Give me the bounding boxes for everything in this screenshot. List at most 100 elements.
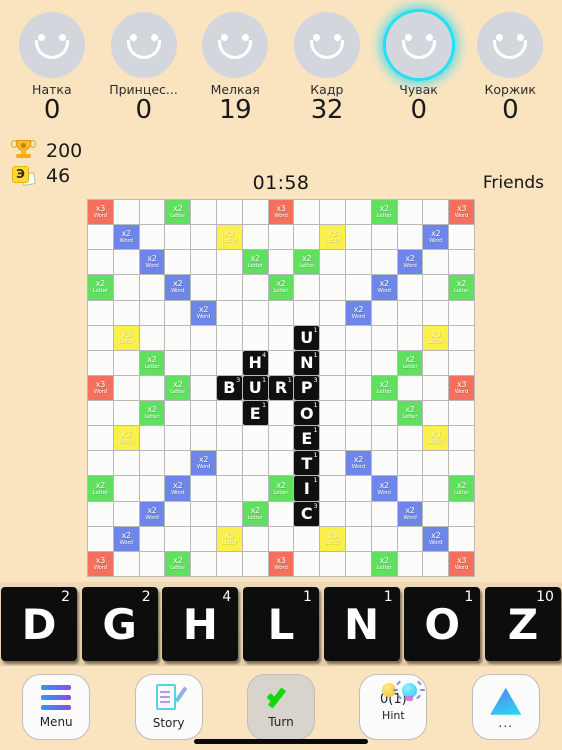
board-cell[interactable]: x3 Letter <box>423 325 449 350</box>
board-tile[interactable]: U1 <box>294 325 320 350</box>
board-cell[interactable]: x2 Word <box>345 300 371 325</box>
board-cell[interactable] <box>165 451 191 476</box>
board-cell[interactable] <box>423 451 449 476</box>
board-cell[interactable] <box>139 551 165 576</box>
board-cell[interactable] <box>268 501 294 526</box>
board-cell[interactable]: x3 Letter <box>320 225 345 250</box>
board-cell[interactable] <box>449 325 474 350</box>
board-cell[interactable] <box>113 551 139 576</box>
board-cell[interactable] <box>139 426 165 451</box>
board-cell[interactable]: x3 Letter <box>320 526 345 551</box>
board-cell[interactable]: x2 Letter <box>88 275 113 300</box>
board-cell[interactable] <box>371 325 397 350</box>
board-tile[interactable]: T1 <box>294 451 320 476</box>
board-cell[interactable] <box>345 250 371 275</box>
board-cell[interactable]: x2 Letter <box>449 476 474 501</box>
player-2[interactable]: Принцес... 0 <box>98 12 190 124</box>
board-cell[interactable] <box>397 225 423 250</box>
board-cell[interactable] <box>88 350 113 375</box>
board-cell[interactable] <box>268 225 294 250</box>
more-button[interactable]: ... <box>471 674 540 740</box>
board-cell[interactable]: N1 <box>294 350 320 375</box>
board-cell[interactable] <box>88 451 113 476</box>
board-cell[interactable] <box>242 225 268 250</box>
board-cell[interactable] <box>320 375 345 401</box>
board-cell[interactable] <box>320 451 345 476</box>
board-cell[interactable]: x3 Word <box>88 551 113 576</box>
board-cell[interactable] <box>397 275 423 300</box>
rack-tile[interactable]: Z 10 <box>484 587 561 661</box>
board-cell[interactable]: U1 <box>294 325 320 350</box>
board-cell[interactable] <box>268 526 294 551</box>
board-cell[interactable] <box>320 401 345 426</box>
board-cell[interactable] <box>216 451 242 476</box>
board-cell[interactable] <box>423 476 449 501</box>
board-cell[interactable] <box>113 476 139 501</box>
board-cell[interactable] <box>371 250 397 275</box>
story-button[interactable]: Story <box>134 674 203 740</box>
board-cell[interactable] <box>397 325 423 350</box>
board-cell[interactable]: x3 Word <box>88 200 113 225</box>
board-cell[interactable] <box>88 250 113 275</box>
board-cell[interactable]: x2LetterC3 <box>294 501 320 526</box>
board-cell[interactable] <box>423 300 449 325</box>
board-cell[interactable]: O1 <box>294 401 320 426</box>
board-tile[interactable]: B3 <box>216 375 242 401</box>
board-cell[interactable] <box>371 401 397 426</box>
board-cell[interactable] <box>449 225 474 250</box>
board-cell[interactable] <box>345 225 371 250</box>
board-cell[interactable]: P3 <box>294 375 320 401</box>
board-cell[interactable] <box>423 200 449 225</box>
board-cell[interactable] <box>371 225 397 250</box>
board-cell[interactable] <box>320 250 345 275</box>
board-cell[interactable] <box>345 551 371 576</box>
board-cell[interactable] <box>320 501 345 526</box>
board-cell[interactable] <box>320 476 345 501</box>
board-tile[interactable]: U1 <box>242 375 268 401</box>
board-cell[interactable] <box>88 526 113 551</box>
board-cell[interactable]: x3 Word <box>88 375 113 401</box>
board-tile[interactable]: E1 <box>242 401 268 426</box>
board-cell[interactable] <box>320 300 345 325</box>
board-cell[interactable] <box>191 401 216 426</box>
board-cell[interactable] <box>216 275 242 300</box>
board-cell[interactable] <box>423 350 449 375</box>
board-cell[interactable] <box>139 526 165 551</box>
board-cell[interactable] <box>345 200 371 225</box>
board-cell[interactable]: H4 <box>242 350 268 375</box>
board-cell[interactable] <box>216 250 242 275</box>
board-cell[interactable]: x2 Word <box>139 250 165 275</box>
board-tile[interactable]: E1 <box>294 426 320 451</box>
board-cell[interactable] <box>294 225 320 250</box>
board-cell[interactable] <box>113 300 139 325</box>
board-cell[interactable] <box>345 401 371 426</box>
board-cell[interactable]: x2 Letter <box>139 401 165 426</box>
board-cell[interactable]: x2 Word <box>139 501 165 526</box>
board-cell[interactable] <box>371 426 397 451</box>
avatar-wrap[interactable] <box>202 12 269 78</box>
board-cell[interactable]: x2 Letter <box>88 476 113 501</box>
board-tile[interactable]: N1 <box>294 350 320 375</box>
board-cell[interactable]: x2 Word <box>191 451 216 476</box>
board-cell[interactable]: x2 Letter <box>371 200 397 225</box>
board-cell[interactable] <box>139 476 165 501</box>
board-cell[interactable] <box>165 300 191 325</box>
board-cell[interactable]: x2 Letter <box>139 350 165 375</box>
player-6[interactable]: Коржик 0 <box>464 12 556 124</box>
board-cell[interactable] <box>268 300 294 325</box>
board-cell[interactable] <box>423 250 449 275</box>
board-cell[interactable]: x2 Word <box>397 250 423 275</box>
board-cell[interactable] <box>113 250 139 275</box>
board-cell[interactable] <box>165 526 191 551</box>
rack-tile[interactable]: G2 <box>81 587 158 661</box>
board-cell[interactable] <box>397 375 423 401</box>
player-5[interactable]: Чувак 0 <box>373 12 465 124</box>
board-cell[interactable] <box>191 501 216 526</box>
board-cell[interactable] <box>449 526 474 551</box>
board-cell[interactable]: R1 <box>268 375 294 401</box>
board-cell[interactable]: x3 Letter <box>216 526 242 551</box>
avatar-wrap[interactable] <box>18 12 85 78</box>
board-tile[interactable]: C3 <box>294 501 320 526</box>
board-cell[interactable] <box>191 275 216 300</box>
board-cell[interactable]: x3 Word <box>449 375 474 401</box>
